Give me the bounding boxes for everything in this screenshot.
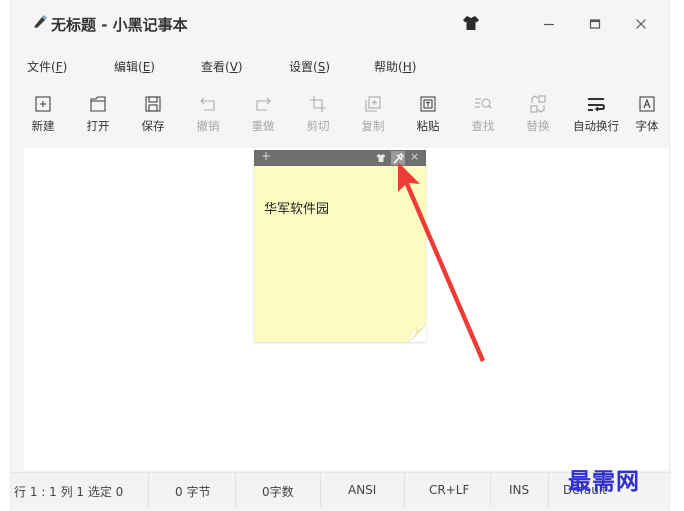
- status-separator: [548, 473, 549, 507]
- save-disk-icon: [145, 96, 161, 112]
- encoding[interactable]: ANSI: [348, 483, 376, 497]
- font-icon: [639, 96, 655, 112]
- note-add-button[interactable]: +: [261, 149, 271, 163]
- maximize-button[interactable]: [573, 10, 617, 38]
- cursor-position: 行 1 : 1 列 1 选定 0: [14, 485, 124, 499]
- red-pointer-arrow: [398, 162, 485, 362]
- char-count: 0字数: [262, 485, 294, 499]
- status-separator: [320, 473, 321, 507]
- paste-button[interactable]: 粘贴: [401, 90, 455, 138]
- save-button[interactable]: 保存: [126, 90, 180, 138]
- menu-view[interactable]: 查看(V): [201, 58, 243, 75]
- copy-button[interactable]: 复制: [346, 90, 400, 138]
- undo-button[interactable]: 撤销: [181, 90, 235, 138]
- word-wrap-icon: [588, 98, 606, 112]
- close-button[interactable]: [619, 10, 663, 38]
- undo-arrow-icon: [200, 97, 215, 111]
- paste-clipboard-icon: [420, 96, 436, 112]
- title-bar: 无标题 - 小黑记事本: [11, 0, 671, 46]
- redo-arrow-icon: [256, 97, 271, 111]
- crop-cut-icon: [310, 96, 326, 112]
- redo-button[interactable]: 重做: [236, 90, 290, 138]
- status-separator: [235, 473, 236, 507]
- word-wrap-button[interactable]: 自动换行: [566, 90, 626, 138]
- new-file-icon: [35, 96, 51, 112]
- insert-mode[interactable]: INS: [509, 483, 529, 497]
- close-icon: [636, 19, 646, 29]
- byte-count: 0 字节: [175, 485, 211, 499]
- find-search-icon: [475, 98, 492, 109]
- open-button[interactable]: 打开: [71, 90, 125, 138]
- status-separator: [490, 473, 491, 507]
- minimize-icon: [544, 23, 554, 26]
- notepad-window: 无标题 - 小黑记事本 文件(F) 编辑(E) 查看(V) 设置(S) 帮助(H…: [10, 0, 671, 511]
- menu-settings[interactable]: 设置(S): [289, 58, 330, 75]
- new-button[interactable]: 新建: [16, 90, 70, 138]
- menu-edit[interactable]: 编辑(E): [114, 58, 155, 75]
- replace-button[interactable]: 替换: [511, 90, 565, 138]
- watermark: 最需网: [568, 469, 640, 495]
- status-separator: [404, 473, 405, 507]
- cut-button[interactable]: 剪切: [291, 90, 345, 138]
- line-ending[interactable]: CR+LF: [429, 483, 469, 497]
- folder-open-icon: [90, 96, 106, 112]
- note-text[interactable]: 华军软件园: [264, 198, 329, 217]
- font-button[interactable]: 字体: [623, 90, 671, 138]
- minimize-button[interactable]: [527, 10, 571, 38]
- find-button[interactable]: 查找: [456, 90, 510, 138]
- app-logo-icon: [34, 15, 47, 28]
- menu-help[interactable]: 帮助(H): [374, 58, 416, 75]
- menu-file[interactable]: 文件(F): [27, 58, 67, 75]
- status-separator: [148, 473, 149, 507]
- menu-bar: 文件(F) 编辑(E) 查看(V) 设置(S) 帮助(H): [11, 54, 671, 78]
- skin-shirt-icon[interactable]: [461, 13, 481, 33]
- toolbar: 新建 打开 保存 撤销 重做 剪切 复制 粘贴 查找 替换 自动换行 字体: [11, 90, 671, 140]
- maximize-icon: [589, 19, 601, 29]
- replace-icon: [530, 95, 546, 113]
- note-skin-shirt-icon[interactable]: [376, 153, 386, 163]
- copy-icon: [365, 96, 381, 112]
- window-title: 无标题 - 小黑记事本: [51, 16, 188, 34]
